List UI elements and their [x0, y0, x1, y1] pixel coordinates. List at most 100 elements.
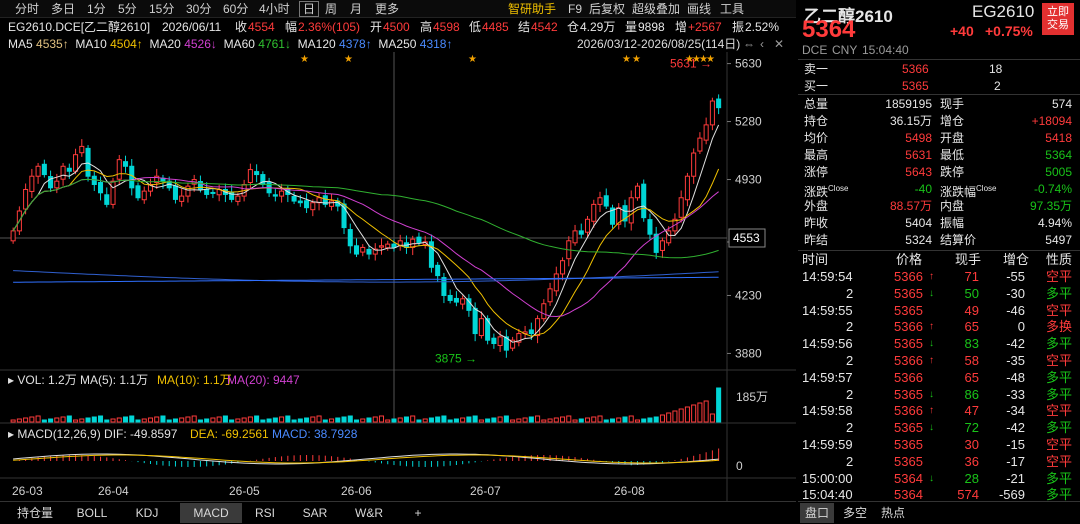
tick-price: 5365 [894, 453, 923, 469]
quote-tab-1[interactable]: 多空 [838, 503, 872, 523]
volume-bar [335, 417, 341, 423]
volume-bar [366, 417, 372, 423]
stat-row: 昨结 5324 结算价 5497 [798, 231, 1080, 249]
period-tab-4[interactable]: 15分 [146, 1, 177, 17]
tool-button-4[interactable]: 画线 [684, 1, 714, 17]
volume-bar [441, 415, 447, 423]
period-tab-6[interactable]: 60分 [220, 1, 251, 17]
tick-nature: 多平 [1046, 470, 1073, 486]
tool-button-3[interactable]: 超级叠加 [629, 1, 683, 17]
macd-indicator-label: ▸ MACD(12,26,9) DIF: -49.8597 [8, 427, 178, 441]
tick-nature: 空平 [1046, 437, 1073, 452]
tick-volume: 28 [964, 470, 979, 486]
chg-label: 幅 [285, 20, 298, 34]
volume-bar [54, 417, 60, 423]
indicator-tab-5[interactable]: SAR [290, 503, 340, 523]
volume-bar [73, 419, 79, 423]
volume-bar [435, 416, 441, 423]
volume-bar [210, 417, 216, 423]
tick-time: 2 [846, 420, 854, 436]
quote-tab-2[interactable]: 热点 [876, 503, 910, 523]
period-tab-11[interactable]: 更多 [372, 1, 402, 17]
period-tab-7[interactable]: 4小时 [256, 1, 293, 17]
tick-price: 5365 [894, 302, 923, 318]
tick-nature: 空平 [1046, 269, 1073, 284]
ma10-label: MA10 [75, 37, 107, 51]
volume-bar [10, 419, 16, 423]
volume-bar [85, 417, 91, 423]
tick-volume: 47 [964, 403, 979, 419]
candle-body [528, 329, 534, 335]
period-tab-0[interactable]: 分时 [12, 1, 42, 17]
volume-bar [491, 417, 497, 423]
candle-body [541, 303, 547, 320]
kline-chart[interactable]: 56305280493045534230388045535631 →3875 →… [0, 52, 796, 502]
period-tab-10[interactable]: 月 [347, 1, 365, 17]
period-tab-8[interactable]: 日 [299, 1, 320, 17]
volume-bar [247, 416, 253, 423]
candle-body [472, 307, 478, 335]
tick-oi-change: -55 [1006, 269, 1025, 284]
quote-tab-0[interactable]: 盘口 [800, 503, 834, 523]
tool-button-1[interactable]: F9 [565, 1, 585, 17]
tick-nature: 空平 [1046, 302, 1073, 318]
stat-value: 5364 [1045, 148, 1072, 162]
volume-bar [29, 416, 35, 423]
high-label: 高 [420, 20, 433, 34]
tick-time: 2 [846, 285, 854, 301]
stat-row: 持仓 36.15万 增仓 +18094 [798, 112, 1080, 130]
event-star-icon: ★ [300, 54, 309, 65]
period-tab-3[interactable]: 5分 [115, 1, 140, 17]
stat-value: -0.74% [1033, 182, 1072, 196]
range-close-icon[interactable]: ✕ [774, 36, 784, 52]
period-tab-5[interactable]: 30分 [183, 1, 214, 17]
trade-now-button[interactable]: 立即 交易 [1042, 3, 1074, 35]
period-tab-1[interactable]: 多日 [48, 1, 78, 17]
indicator-tab-3[interactable]: MACD [180, 503, 242, 523]
tick-oi-change: -46 [1006, 302, 1025, 318]
indicator-tab-0[interactable]: 持仓量 [4, 503, 66, 523]
tool-button-5[interactable]: 工具 [717, 1, 747, 17]
stats-table: 总量 1859195 现手 574 持仓 36.15万 增仓 +18094 均价 5498 开盘 54… [798, 95, 1080, 248]
volume-bar [535, 415, 541, 423]
candle-body [110, 180, 116, 205]
indicator-tab-4[interactable]: RSI [245, 503, 285, 523]
volume-bar [634, 419, 640, 423]
volume-bar [622, 416, 628, 423]
tick-nature: 空平 [1046, 403, 1073, 419]
candle-body [659, 240, 665, 251]
tool-button-0[interactable]: 智研助手 [505, 1, 559, 17]
settle-label: 结 [518, 20, 531, 34]
tick-header: 时间 价格 现手 增仓 性质 [802, 252, 1073, 267]
indicator-tab-1[interactable]: BOLL [68, 503, 116, 523]
add-indicator-icon[interactable]: + [404, 503, 432, 523]
indicator-tab-2[interactable]: KDJ [126, 503, 168, 523]
candle-body [210, 191, 216, 194]
ma10-value: 4504↑ [110, 37, 143, 51]
tick-oi-change: -15 [1006, 437, 1025, 452]
candle-body [428, 241, 434, 268]
tick-price: 5366 [894, 369, 923, 385]
low-value: 4485 [482, 20, 509, 34]
last-price: 5364 [802, 16, 856, 43]
volume-bar [497, 416, 503, 423]
range-left-icon[interactable]: ‹ [760, 36, 764, 52]
volume-bar [560, 416, 566, 423]
stat-label: 振幅 [940, 216, 965, 230]
period-tab-9[interactable]: 周 [322, 1, 340, 17]
tool-button-2[interactable]: 后复权 [586, 1, 628, 17]
volume-bar [485, 418, 491, 423]
period-tab-2[interactable]: 1分 [84, 1, 109, 17]
volume-bar [541, 419, 547, 423]
bar-info-row: EG2610.DCE[乙二醇2610] 2026/06/11 收 4554 幅 … [0, 18, 796, 36]
indicator-tab-6[interactable]: W&R [345, 503, 393, 523]
volume-bar [447, 419, 453, 423]
tick-volume: 65 [964, 369, 979, 385]
candle-body [185, 185, 191, 197]
stat-value: 574 [1051, 97, 1072, 111]
volume-bar [353, 419, 360, 423]
range-arrows-icon[interactable]: ⇔ [743, 36, 755, 52]
volume-bar [110, 418, 116, 423]
symbol-label: EG2610.DCE[乙二醇2610] [8, 20, 151, 34]
low-label: 低 [469, 20, 482, 34]
